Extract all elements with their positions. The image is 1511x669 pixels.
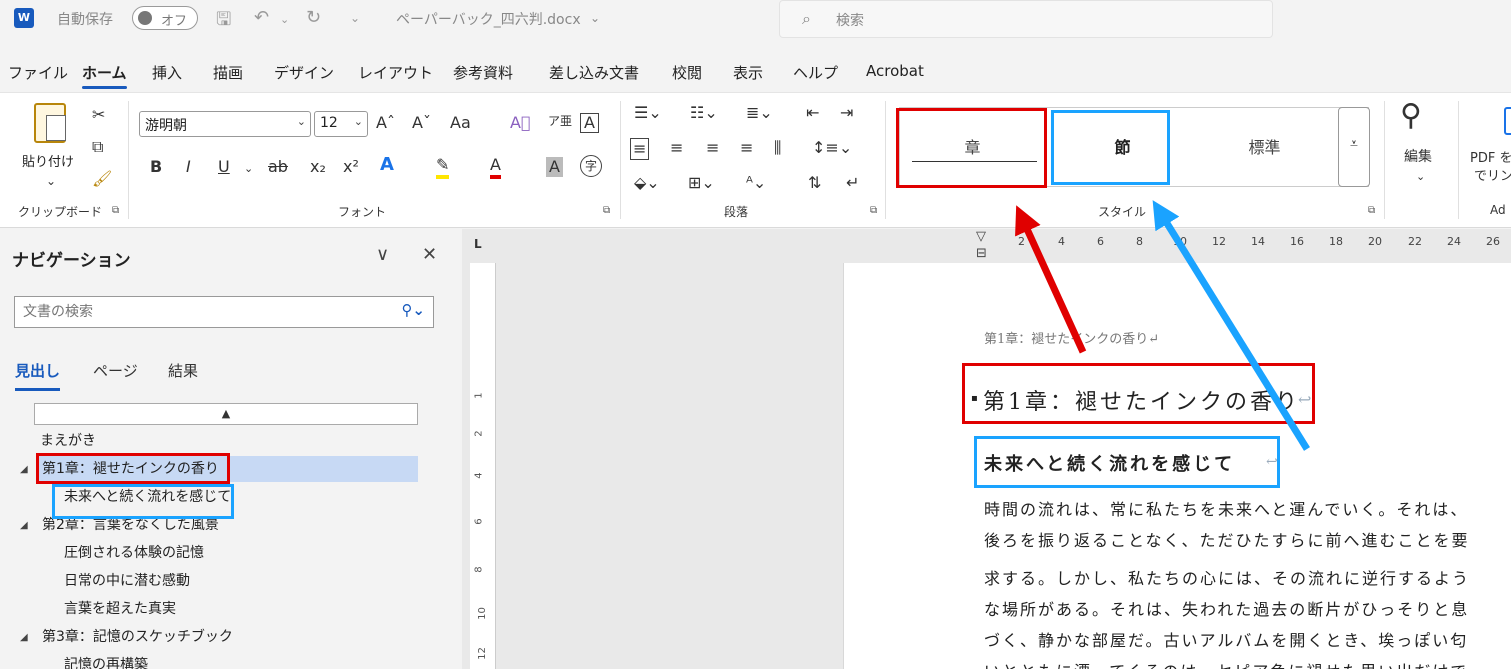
annotation-arrows [1015,200,1310,451]
red-arrow [1015,205,1087,354]
word-window: W 自動保存 オフ 🖫 ↶ ⌄ ↻ ⌄ ペーパーバック_四六判.docx ⌄ ⌕… [0,0,1511,669]
blue-arrow [1152,200,1310,451]
